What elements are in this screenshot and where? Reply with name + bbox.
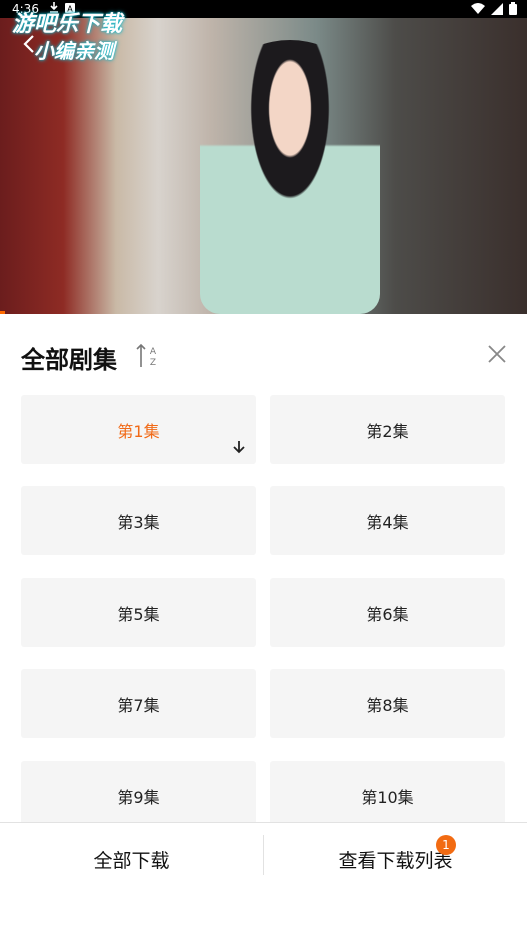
episode-item[interactable]: 第7集: [21, 669, 256, 738]
wifi-icon: [471, 3, 485, 17]
download-all-button[interactable]: 全部下载: [0, 823, 263, 895]
close-icon[interactable]: [485, 342, 509, 366]
bottom-action-bar: 全部下载 查看下载列表 1: [0, 823, 527, 933]
episode-label: 第9集: [117, 787, 160, 807]
sort-az-icon[interactable]: A Z: [135, 343, 159, 373]
episode-label: 第2集: [366, 421, 409, 441]
episode-item[interactable]: 第10集: [270, 761, 505, 822]
svg-text:Z: Z: [150, 358, 156, 368]
episode-item[interactable]: 第9集: [21, 761, 256, 822]
episode-label: 第6集: [366, 604, 409, 624]
episode-grid: 第1集 第2集 第3集 第4集 第5集 第6集 第7集 第8集 第9集 第10集: [21, 395, 505, 822]
view-download-list-button[interactable]: 查看下载列表: [264, 823, 527, 895]
episode-item[interactable]: 第8集: [270, 669, 505, 738]
episode-label: 第5集: [117, 604, 160, 624]
episode-label: 第8集: [366, 695, 409, 715]
downloaded-arrow-icon: [232, 439, 246, 458]
episode-item[interactable]: 第1集: [21, 395, 256, 464]
back-arrow-icon[interactable]: [22, 34, 36, 60]
episode-panel-header: 全部剧集 A Z: [0, 330, 527, 380]
episode-label: 第3集: [117, 512, 160, 532]
episode-item[interactable]: 第2集: [270, 395, 505, 464]
svg-text:A: A: [150, 347, 157, 357]
episode-item[interactable]: 第6集: [270, 578, 505, 647]
episode-item[interactable]: 第3集: [21, 486, 256, 555]
episode-label: 第7集: [117, 695, 160, 715]
download-count-badge: 1: [436, 835, 456, 855]
episode-item[interactable]: 第4集: [270, 486, 505, 555]
battery-icon: [509, 2, 517, 18]
episode-label: 第10集: [361, 787, 414, 807]
episode-label: 第4集: [366, 512, 409, 532]
video-progress-bar[interactable]: [0, 311, 6, 314]
episode-item[interactable]: 第5集: [21, 578, 256, 647]
watermark-line2: 小编亲测: [34, 39, 114, 63]
signal-icon: [491, 2, 503, 18]
episode-label: 第1集: [117, 421, 160, 441]
video-frame-figure: [200, 40, 380, 314]
panel-title: 全部剧集: [21, 346, 117, 374]
